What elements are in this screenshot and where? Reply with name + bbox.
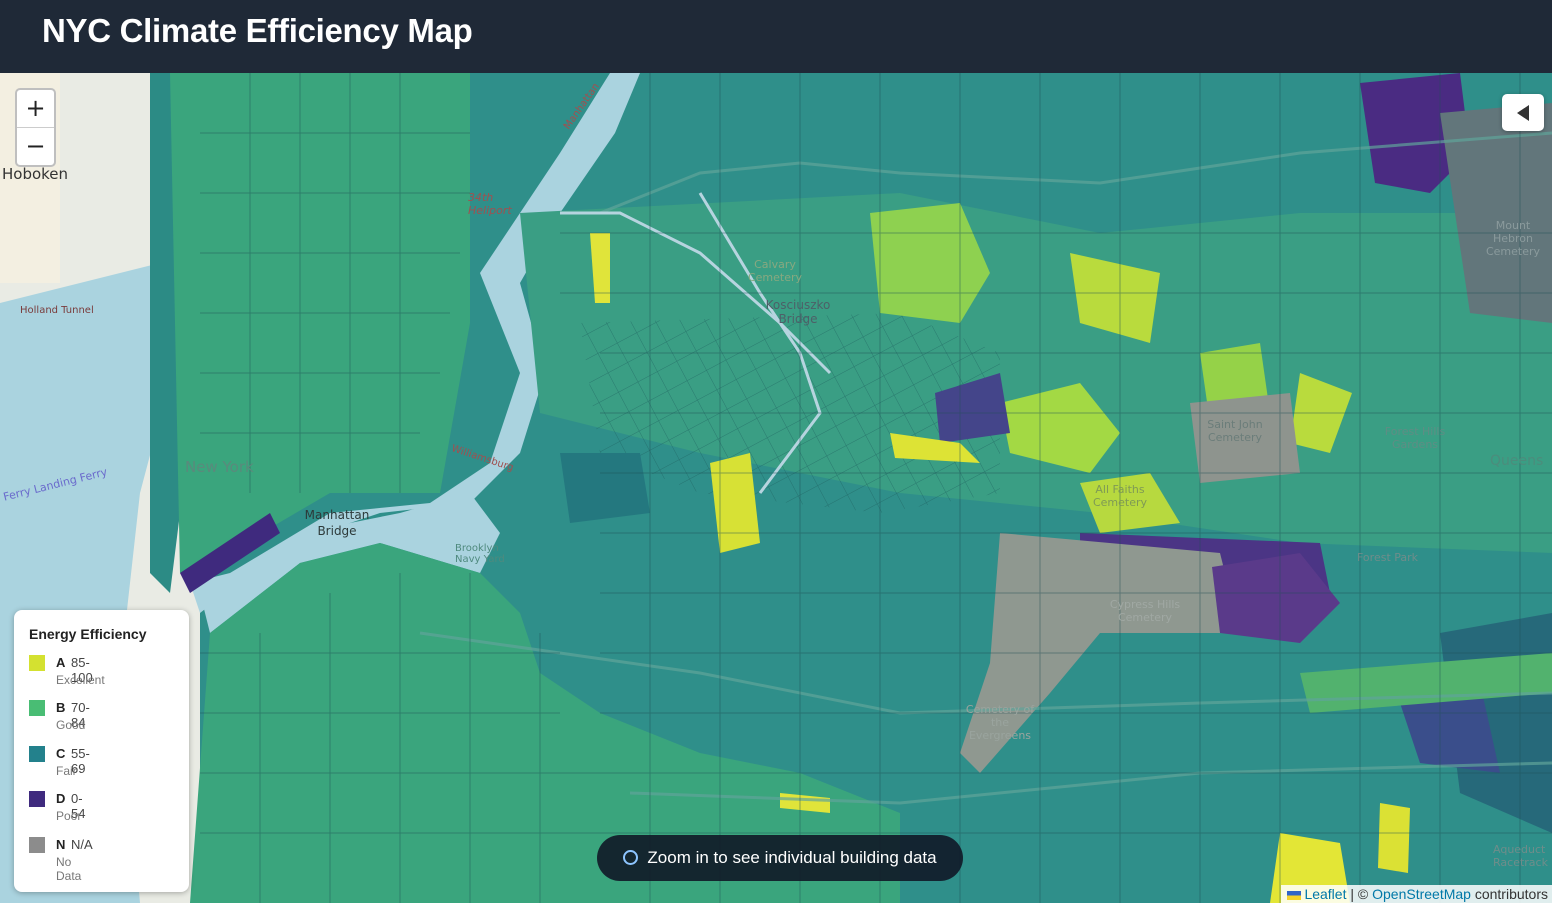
attribution-suffix: contributors: [1470, 886, 1548, 902]
label-new-york: New York: [185, 458, 254, 476]
label-aqueduct: Aqueduct Racetrack: [1493, 843, 1548, 869]
range-label: N/A: [71, 837, 93, 852]
label-all-faiths-cemetery: All Faiths Cemetery: [1092, 483, 1148, 509]
zoom-control: + −: [15, 88, 56, 167]
label-saint-john-cemetery: Saint John Cemetery: [1207, 418, 1263, 444]
swatch-na: [29, 837, 45, 853]
label-cypress-hills: Cypress Hills Cemetery: [1109, 598, 1181, 624]
osm-link[interactable]: OpenStreetMap: [1372, 886, 1471, 902]
map-canvas[interactable]: Hoboken Holland Tunnel Manhattan Bridge …: [0, 73, 1552, 903]
grade-label: C: [56, 746, 66, 761]
grade-label: A: [56, 655, 66, 670]
label-evergreens: Cemetery of the Evergreens: [965, 703, 1035, 742]
zoom-hint: Zoom in to see individual building data: [597, 835, 963, 881]
label-navy-yard: Brooklyn Navy Yard: [455, 543, 505, 565]
grade-label: N: [56, 837, 66, 852]
label-manhattan-bridge: Manhattan Bridge: [304, 508, 370, 538]
grade-label: B: [56, 700, 66, 715]
grade-label: D: [56, 791, 66, 806]
label-queens: Queens: [1490, 453, 1544, 469]
desc-label: No Data: [56, 855, 82, 883]
desc-label: Good: [56, 718, 86, 732]
zoom-in-button[interactable]: +: [17, 90, 54, 127]
swatch-a: [29, 655, 45, 671]
desc-label: Excellent: [56, 673, 105, 687]
chevron-left-icon: [1517, 104, 1529, 121]
zoom-out-button[interactable]: −: [17, 127, 54, 165]
page-title: NYC Climate Efficiency Map: [42, 12, 473, 49]
label-kosciuszko-bridge: Kosciuszko Bridge: [765, 298, 831, 326]
attribution: Leaflet | © OpenStreetMap contributors: [1281, 885, 1552, 903]
attribution-sep: | ©: [1346, 886, 1373, 902]
swatch-c: [29, 746, 45, 762]
legend-title: Energy Efficiency: [29, 626, 147, 642]
label-mount-hebron: Mount Hebron Cemetery: [1485, 219, 1541, 258]
leaflet-link[interactable]: Leaflet: [1304, 886, 1346, 902]
label-heliport: 34th Heliport: [468, 191, 512, 217]
label-forest-hills: Forest Hills Gardens: [1384, 425, 1446, 451]
label-hoboken: Hoboken: [2, 165, 69, 183]
app-header: NYC Climate Efficiency Map: [0, 0, 1552, 73]
swatch-b: [29, 700, 45, 716]
search-icon: [623, 849, 639, 865]
swatch-d: [29, 791, 45, 807]
label-holland-tunnel: Holland Tunnel: [20, 305, 94, 316]
panel-toggle-button[interactable]: [1502, 94, 1544, 131]
desc-label: Poor: [56, 809, 82, 823]
desc-label: Fair: [56, 764, 77, 778]
zoom-hint-text: Zoom in to see individual building data: [647, 848, 937, 867]
label-forest-park: Forest Park: [1357, 551, 1419, 564]
label-calvary-cemetery: Calvary Cemetery: [747, 258, 803, 284]
map-tiles: [0, 73, 1552, 903]
legend: Energy Efficiency A 85-100 Excellent B 7…: [14, 610, 189, 892]
ukraine-flag-icon: [1287, 890, 1302, 900]
